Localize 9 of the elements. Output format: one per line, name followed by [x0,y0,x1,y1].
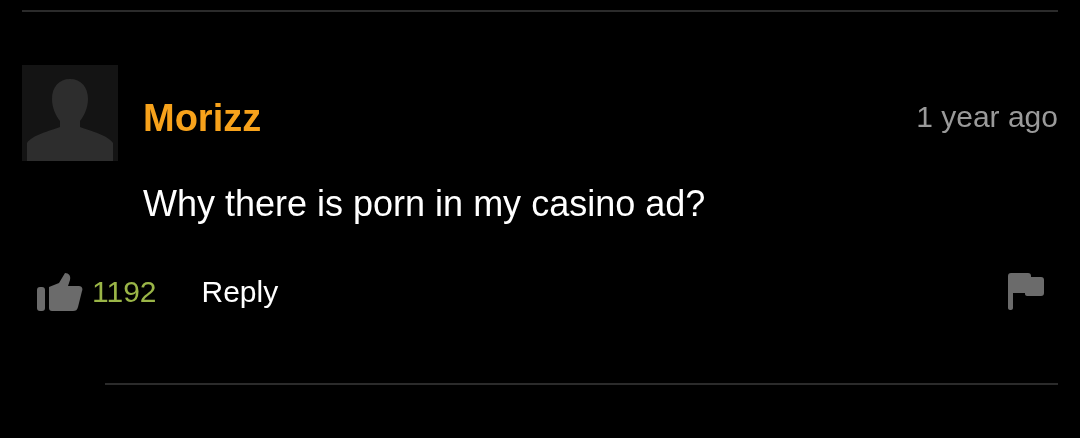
flag-icon [1008,273,1044,311]
username[interactable]: Morizz [143,97,262,140]
flag-button[interactable] [1008,273,1044,311]
thumbs-up-icon [37,273,83,311]
comment-text: Why there is porn in my casino ad? [143,183,707,225]
timestamp: 1 year ago [916,100,1058,134]
reply-button[interactable]: Reply [201,275,279,309]
like-button[interactable]: 1192 [37,273,157,311]
like-count: 1192 [92,275,157,309]
